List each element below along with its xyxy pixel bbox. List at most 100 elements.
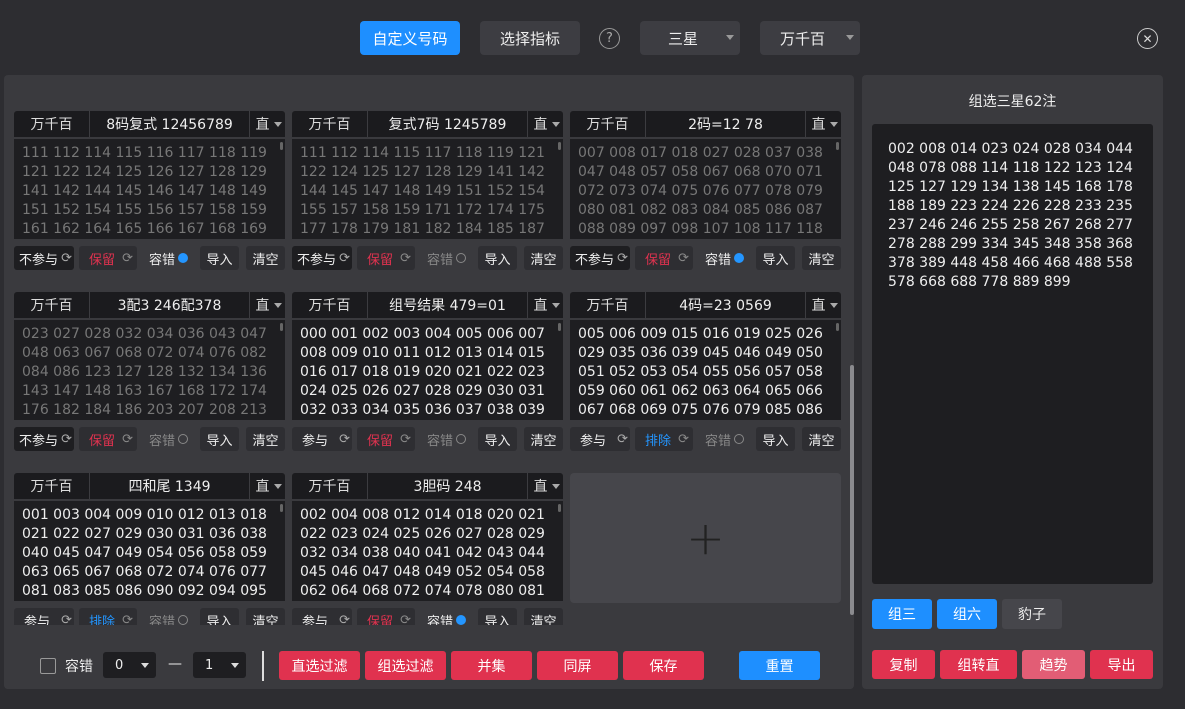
position-select[interactable]: 万千百: [570, 111, 646, 137]
participate-toggle[interactable]: 不参与 ⟳: [14, 246, 74, 270]
type-select[interactable]: 直: [249, 111, 285, 137]
position-select[interactable]: 万千百: [14, 292, 90, 318]
card-header: 万千百 2码=12 78 直: [570, 111, 841, 137]
reset-button[interactable]: 重置: [739, 651, 820, 680]
custom-number-button[interactable]: 自定义号码: [360, 21, 460, 55]
type-select[interactable]: 直: [527, 292, 563, 318]
position-select[interactable]: 万千百: [292, 292, 368, 318]
keep-toggle[interactable]: 保留 ⟳: [79, 427, 137, 451]
copy-button[interactable]: 复制: [872, 650, 935, 679]
import-button[interactable]: 导入: [478, 246, 517, 270]
refresh-icon: ⟳: [400, 250, 411, 266]
card-controls: 参与 ⟳ 保留 ⟳ 容错 导入 清空: [292, 427, 563, 451]
participate-toggle[interactable]: 参与 ⟳: [570, 427, 630, 451]
card-controls: 不参与 ⟳ 保留 ⟳ 容错 导入 清空: [14, 427, 285, 451]
select-indicator-button[interactable]: 选择指标: [480, 21, 580, 55]
position-select[interactable]: 万千百: [292, 111, 368, 137]
chevron-down-icon: [846, 35, 854, 40]
keep-toggle[interactable]: 保留 ⟳: [357, 246, 415, 270]
type-value: 直: [255, 117, 270, 133]
position-select[interactable]: 万千百: [570, 292, 646, 318]
number-list[interactable]: 000 001 002 003 004 005 006 007 008 009 …: [292, 320, 563, 420]
participate-toggle[interactable]: 不参与 ⟳: [14, 427, 74, 451]
union-button[interactable]: 并集: [451, 651, 532, 680]
tolerance-toggle[interactable]: 容错: [705, 427, 750, 451]
group-filter-button[interactable]: 组选过滤: [365, 651, 446, 680]
tolerance-toggle[interactable]: 容错: [427, 246, 472, 270]
refresh-icon: ⟳: [339, 431, 350, 447]
type-select[interactable]: 直: [249, 292, 285, 318]
type-select[interactable]: 直: [249, 473, 285, 499]
type-select[interactable]: 直: [527, 473, 563, 499]
scrollbar[interactable]: [280, 323, 283, 331]
tab-group-six[interactable]: 组六: [937, 599, 997, 629]
close-icon[interactable]: ✕: [1137, 28, 1158, 49]
number-list[interactable]: 002 004 008 012 014 018 020 021 022 023 …: [292, 501, 563, 601]
type-select[interactable]: 直: [527, 111, 563, 137]
exclude-toggle[interactable]: 排除 ⟳: [635, 427, 693, 451]
star-type-dropdown[interactable]: 三星: [640, 21, 740, 55]
position-select[interactable]: 万千百: [14, 473, 90, 499]
tab-leopard[interactable]: 豹子: [1002, 599, 1062, 629]
tolerance-toggle[interactable]: 容错: [705, 246, 750, 270]
export-button[interactable]: 导出: [1090, 650, 1153, 679]
position-select[interactable]: 万千百: [292, 473, 368, 499]
import-button[interactable]: 导入: [200, 427, 239, 451]
participate-toggle[interactable]: 不参与 ⟳: [570, 246, 630, 270]
group-to-direct-button[interactable]: 组转直: [940, 650, 1017, 679]
tab-group-three[interactable]: 组三: [872, 599, 932, 629]
import-button[interactable]: 导入: [756, 246, 795, 270]
type-select[interactable]: 直: [805, 292, 841, 318]
clear-button[interactable]: 清空: [802, 427, 841, 451]
clear-button[interactable]: 清空: [802, 246, 841, 270]
type-select[interactable]: 直: [805, 111, 841, 137]
clear-button[interactable]: 清空: [524, 427, 563, 451]
number-list[interactable]: 111 112 114 115 117 118 119 121 122 124 …: [292, 139, 563, 239]
position-select[interactable]: 万千百: [14, 111, 90, 137]
help-icon[interactable]: ?: [599, 28, 620, 49]
tolerance-checkbox[interactable]: [40, 658, 56, 674]
keep-toggle[interactable]: 保留 ⟳: [357, 427, 415, 451]
participate-label: 不参与: [19, 252, 59, 268]
participate-toggle[interactable]: 不参与 ⟳: [292, 246, 352, 270]
tolerance-toggle[interactable]: 容错: [149, 427, 194, 451]
import-button[interactable]: 导入: [756, 427, 795, 451]
card-title: 3配3 246配378: [117, 298, 222, 314]
import-button[interactable]: 导入: [200, 246, 239, 270]
tolerance-label: 容错: [705, 433, 732, 449]
number-list[interactable]: 111 112 114 115 116 117 118 119 121 122 …: [14, 139, 285, 239]
save-button[interactable]: 保存: [623, 651, 704, 680]
number-list[interactable]: 005 006 009 015 016 019 025 026 029 035 …: [570, 320, 841, 420]
clear-button[interactable]: 清空: [246, 427, 285, 451]
refresh-icon: ⟳: [678, 431, 689, 447]
add-card-button[interactable]: +: [570, 473, 841, 603]
scrollbar[interactable]: [280, 142, 283, 150]
trend-button[interactable]: 趋势: [1022, 650, 1085, 679]
keep-toggle[interactable]: 保留 ⟳: [635, 246, 693, 270]
number-list[interactable]: 007 008 017 018 027 028 037 038 047 048 …: [570, 139, 841, 239]
panel-scrollbar[interactable]: [850, 365, 854, 615]
keep-toggle[interactable]: 保留 ⟳: [79, 246, 137, 270]
type-value: 直: [533, 298, 548, 314]
position-dropdown[interactable]: 万千百: [760, 21, 860, 55]
clear-button[interactable]: 清空: [246, 246, 285, 270]
number-list[interactable]: 001 003 004 009 010 012 013 018 021 022 …: [14, 501, 285, 601]
tolerance-to-select[interactable]: 1: [193, 652, 246, 678]
scrollbar[interactable]: [558, 504, 561, 512]
import-button[interactable]: 导入: [478, 427, 517, 451]
tolerance-toggle[interactable]: 容错: [427, 427, 472, 451]
scrollbar[interactable]: [836, 323, 839, 331]
scrollbar[interactable]: [558, 323, 561, 331]
scrollbar[interactable]: [836, 142, 839, 150]
direct-filter-button[interactable]: 直选过滤: [279, 651, 360, 680]
result-list[interactable]: 002 008 014 023 024 028 034 044 048 078 …: [872, 124, 1153, 584]
scrollbar[interactable]: [558, 142, 561, 150]
number-list[interactable]: 023 027 028 032 034 036 043 047 048 063 …: [14, 320, 285, 420]
clear-button[interactable]: 清空: [524, 246, 563, 270]
tolerance-toggle[interactable]: 容错: [149, 246, 194, 270]
scrollbar[interactable]: [280, 504, 283, 512]
to-value: 1: [205, 657, 214, 673]
same-screen-button[interactable]: 同屏: [537, 651, 618, 680]
participate-toggle[interactable]: 参与 ⟳: [292, 427, 352, 451]
tolerance-from-select[interactable]: 0: [103, 652, 156, 678]
